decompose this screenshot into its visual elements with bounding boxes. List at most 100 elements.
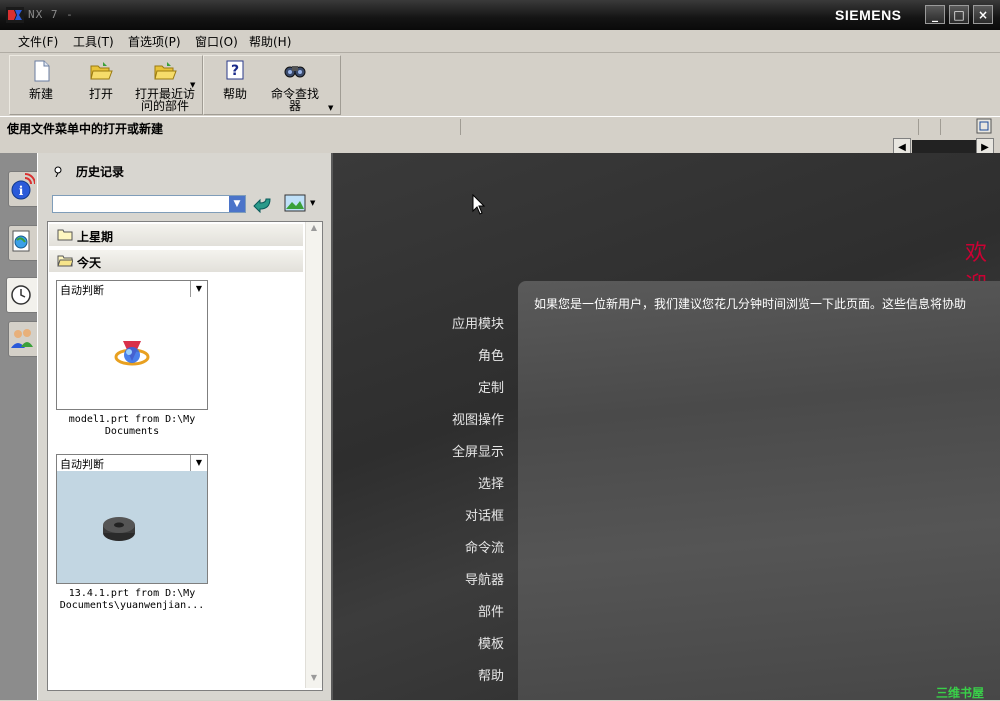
nx-app-icon[interactable]	[6, 7, 24, 23]
open-recent-dropdown-icon[interactable]: ▼	[190, 81, 195, 89]
open-recent-label-2: 问的部件	[140, 99, 189, 113]
close-icon: ×	[977, 8, 989, 22]
help-toolbar-group: ? 帮助 命令查找 器 ▼	[203, 55, 341, 115]
maximize-button[interactable]: □	[949, 5, 969, 24]
pin-icon[interactable]	[52, 165, 64, 177]
tab-roles[interactable]	[8, 321, 38, 357]
nav-link-parts[interactable]: 部件	[478, 601, 504, 620]
menu-tools[interactable]: 工具(T)	[73, 33, 114, 50]
maximize-icon: □	[953, 8, 965, 22]
svg-text:i: i	[19, 184, 24, 198]
tab-web-browser[interactable]	[8, 225, 38, 261]
window-title: NX 7 -	[28, 8, 74, 21]
load-mode-value: 自动判断	[60, 458, 104, 471]
minimize-icon: _	[932, 8, 938, 22]
chevron-down-icon[interactable]: ▼	[190, 281, 207, 297]
nav-link-navigator[interactable]: 导航器	[465, 569, 504, 588]
part-caption-line-1: 13.4.1.prt from D:\My	[68, 588, 196, 599]
nav-link-help[interactable]: 帮助	[478, 665, 504, 684]
group-last-week[interactable]: 上星期	[49, 224, 303, 246]
nav-link-full-screen[interactable]: 全屏显示	[452, 441, 504, 460]
menu-help[interactable]: 帮助(H)	[249, 33, 291, 50]
chevron-down-icon[interactable]: ▼	[190, 455, 207, 471]
panel-title: 历史记录	[76, 165, 125, 179]
mouse-cursor-icon	[472, 194, 486, 215]
command-finder-button[interactable]: 命令查找 器	[266, 60, 324, 112]
scroll-up-icon[interactable]: ▲	[307, 223, 321, 237]
nav-link-dialogs[interactable]: 对话框	[465, 505, 504, 524]
part-thumbnail[interactable]	[56, 297, 208, 410]
brand-logo: SIEMENS	[835, 7, 902, 23]
toolbar-options-icon[interactable]: ▼	[328, 104, 333, 112]
new-label: 新建	[28, 87, 53, 101]
new-file-icon	[34, 60, 50, 82]
status-divider	[460, 119, 461, 135]
welcome-page: 欢迎 应用模块 角色 定制 视图操作 全屏显示 选择 对话框 命令流 导航器 部…	[331, 153, 1000, 700]
watermark: 三维书屋	[936, 686, 985, 700]
open-folder-icon	[90, 62, 113, 80]
history-list: 上星期 今天 自动判断 ▼ model1.prt from D:\My Docu…	[47, 221, 323, 691]
tab-history[interactable]	[6, 277, 40, 313]
horizontal-scroll-track[interactable]	[912, 140, 976, 154]
binoculars-icon	[284, 66, 306, 78]
fit-view-icon[interactable]	[976, 118, 992, 134]
welcome-intro-text: 如果您是一位新用户，我们建议您花几分钟时间浏览一下此页面。这些信息将协助	[534, 297, 967, 311]
group-label: 上星期	[77, 230, 114, 244]
view-options-icon[interactable]	[284, 193, 306, 213]
part-model-preview	[103, 517, 135, 541]
part-thumbnail[interactable]	[56, 471, 208, 584]
open-label: 打开	[88, 87, 113, 101]
clock-icon	[11, 285, 31, 305]
open-folder-icon	[57, 255, 73, 267]
load-mode-select[interactable]: 自动判断 ▼	[56, 454, 208, 472]
vertical-scrollbar[interactable]: ▲ ▼	[305, 222, 322, 688]
load-mode-value: 自动判断	[60, 284, 104, 297]
close-button[interactable]: ×	[973, 5, 993, 24]
chevron-down-icon[interactable]: ▼	[229, 196, 245, 212]
minimize-button[interactable]: _	[925, 5, 945, 24]
standard-toolbar: 新建 打开 打开最近访 问的部件 ▼ ? 帮助 命令查找 器 ▼	[0, 53, 1000, 115]
information-icon: i	[11, 173, 36, 200]
menu-preferences[interactable]: 首选项(P)	[128, 33, 181, 50]
open-recent-button[interactable]: 打开最近访 问的部件	[132, 60, 198, 112]
tab-information[interactable]: i	[8, 171, 38, 207]
selection-bar	[0, 137, 1000, 153]
back-arrow-icon[interactable]	[252, 195, 274, 213]
menu-file[interactable]: 文件(F)	[18, 33, 58, 50]
nav-link-selection[interactable]: 选择	[478, 473, 504, 492]
status-bar: 使用文件菜单中的打开或新建	[0, 116, 1000, 138]
status-divider	[940, 119, 941, 135]
svg-text:?: ?	[231, 63, 239, 79]
history-filter-combo[interactable]: ▼	[52, 195, 246, 213]
nav-link-applications[interactable]: 应用模块	[452, 313, 504, 332]
group-today[interactable]: 今天	[49, 250, 303, 272]
group-label: 今天	[77, 256, 102, 270]
command-finder-label-2: 器	[288, 99, 301, 113]
resource-bar: i	[0, 153, 40, 700]
open-recent-folder-icon	[154, 62, 177, 80]
load-mode-select[interactable]: 自动判断 ▼	[56, 280, 208, 298]
roles-users-icon	[11, 329, 33, 348]
nav-link-view-operations[interactable]: 视图操作	[452, 409, 504, 428]
status-text: 使用文件菜单中的打开或新建	[7, 122, 164, 136]
part-caption-line-1: model1.prt from D:\My	[68, 414, 196, 425]
scroll-down-icon[interactable]: ▼	[307, 673, 321, 687]
web-browser-icon	[12, 230, 30, 252]
status-divider	[918, 119, 919, 135]
help-icon: ?	[226, 60, 244, 80]
title-bar: NX 7 - SIEMENS _ □ ×	[0, 0, 1000, 30]
history-panel: 历史记录 ▼ ▼ 上星期 今天 自动判断 ▼ model1.prt from D…	[37, 153, 332, 700]
nx-part-icon	[114, 341, 150, 366]
open-button[interactable]: 打开	[80, 60, 122, 100]
folder-icon	[57, 229, 73, 241]
nav-link-templates[interactable]: 模板	[478, 633, 504, 652]
menu-window[interactable]: 窗口(O)	[195, 33, 238, 50]
file-toolbar-group: 新建 打开 打开最近访 问的部件 ▼	[9, 55, 203, 115]
nav-link-customize[interactable]: 定制	[478, 377, 504, 396]
nav-link-roles[interactable]: 角色	[478, 345, 504, 364]
part-caption-line-2: Documents\yuanwenjian...	[59, 600, 205, 611]
new-button[interactable]: 新建	[20, 60, 62, 100]
view-options-dropdown-icon[interactable]: ▼	[310, 199, 315, 207]
nav-link-command-flow[interactable]: 命令流	[465, 537, 504, 556]
help-button[interactable]: ? 帮助	[214, 60, 256, 100]
